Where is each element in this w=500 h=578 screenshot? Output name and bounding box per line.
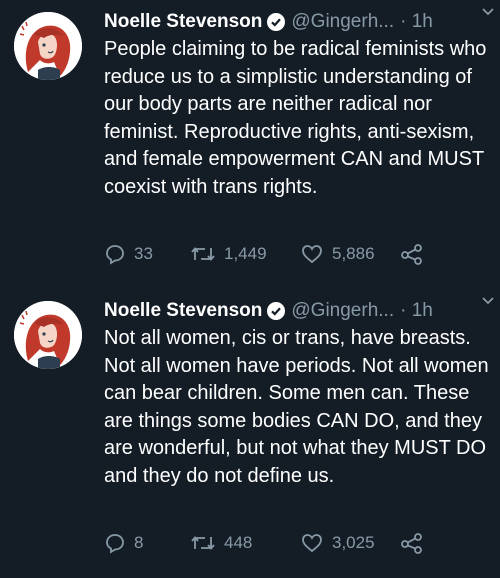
author-handle[interactable]: @Gingerh... [291, 300, 394, 322]
reply-count: 33 [134, 244, 153, 263]
retweet-button[interactable]: 448 [190, 529, 252, 557]
tweet[interactable]: Noelle Stevenson @Gingerh... · 1h Not al… [0, 289, 500, 578]
retweet-icon [191, 536, 215, 550]
avatar[interactable] [14, 12, 82, 80]
retweet-button[interactable]: 1,449 [190, 240, 267, 268]
reply-count: 8 [134, 533, 144, 552]
retweet-count: 1,449 [224, 244, 267, 263]
like-button[interactable]: 3,025 [300, 529, 375, 557]
author-handle[interactable]: @Gingerh... [291, 11, 394, 33]
reply-button[interactable]: 33 [104, 240, 153, 268]
share-button[interactable] [400, 240, 424, 268]
retweet-icon [191, 247, 215, 261]
chevron-down-icon[interactable] [480, 4, 496, 20]
tweet-text: People claiming to be radical feminists … [104, 38, 487, 198]
avatar-illustration [14, 301, 82, 369]
timestamp[interactable]: · 1h [400, 300, 433, 322]
verified-badge-icon [267, 302, 286, 320]
like-count: 5,886 [332, 244, 375, 263]
heart-icon [302, 534, 322, 553]
tweet-actions: 8 448 3,025 [104, 529, 434, 557]
timestamp[interactable]: · 1h [400, 11, 433, 33]
tweet-header: Noelle Stevenson @Gingerh... · 1h [104, 297, 490, 325]
author-name[interactable]: Noelle Stevenson [104, 300, 262, 322]
comment-icon [106, 245, 124, 265]
reply-button[interactable]: 8 [104, 529, 143, 557]
comment-icon [106, 534, 124, 554]
verified-badge-icon [267, 13, 286, 31]
like-count: 3,025 [332, 533, 375, 552]
retweet-count: 448 [224, 533, 253, 552]
tweet-text: Not all women, cis or trans, have breast… [104, 327, 489, 487]
author-name[interactable]: Noelle Stevenson [104, 11, 262, 33]
share-icon [401, 244, 422, 265]
tweet-actions: 33 1,449 5,886 [104, 240, 434, 268]
avatar-illustration [14, 12, 82, 80]
heart-icon [302, 245, 322, 264]
tweet[interactable]: Noelle Stevenson @Gingerh... · 1h People… [0, 0, 500, 289]
like-button[interactable]: 5,886 [300, 240, 375, 268]
share-icon [401, 533, 422, 554]
tweet-header: Noelle Stevenson @Gingerh... · 1h [104, 8, 490, 36]
avatar[interactable] [14, 301, 82, 369]
share-button[interactable] [400, 529, 424, 557]
chevron-down-icon[interactable] [480, 293, 496, 309]
